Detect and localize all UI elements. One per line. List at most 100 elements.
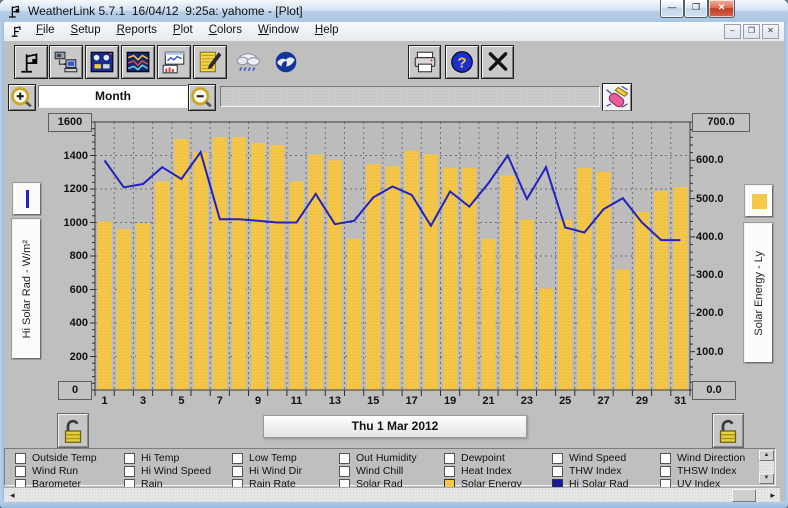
checkbox-label[interactable]: Wind Chill: [356, 466, 403, 476]
x-axis-label: 9: [243, 395, 273, 407]
close-button[interactable]: ✕: [708, 0, 735, 18]
x-axis-label: 13: [320, 395, 350, 407]
zoom-out-button[interactable]: [188, 84, 216, 111]
checkbox-label[interactable]: Dewpoint: [461, 453, 505, 463]
right-axis-lock-button[interactable]: [712, 413, 744, 448]
left-axis-max[interactable]: 1600: [48, 113, 92, 132]
plot-window-icon: [10, 24, 24, 38]
solar-energy-swatch: [752, 194, 767, 209]
menu-plot[interactable]: Plot: [165, 22, 201, 41]
close-plot-button[interactable]: [481, 45, 514, 79]
checkbox-thsw-index[interactable]: [660, 466, 671, 477]
checkbox-label[interactable]: Wind Speed: [569, 453, 626, 463]
plot-option-out-humidity[interactable]: Out Humidity: [339, 453, 417, 463]
plot-option-wind-direction[interactable]: Wind Direction: [660, 453, 745, 463]
checkbox-label[interactable]: Hi Wind Speed: [141, 466, 211, 476]
notes-button[interactable]: [193, 45, 227, 79]
menu-help[interactable]: Help: [307, 22, 347, 41]
right-axis-min[interactable]: 0.0: [692, 381, 736, 400]
checkbox-wind-speed[interactable]: [552, 453, 563, 464]
plot-option-wind-run[interactable]: Wind Run: [15, 466, 78, 476]
plot-option-hi-temp[interactable]: Hi Temp: [124, 453, 179, 463]
checkbox-wind-direction[interactable]: [660, 453, 671, 464]
bulletin-button[interactable]: [85, 45, 119, 79]
checkbox-label[interactable]: THW Index: [569, 466, 622, 476]
menu-colors[interactable]: Colors: [201, 22, 250, 41]
plot-option-hi-wind-speed[interactable]: Hi Wind Speed: [124, 466, 211, 476]
plot-option-wind-chill[interactable]: Wind Chill: [339, 466, 403, 476]
title-bar[interactable]: WeatherLink 5.7.1 16/04/12 9:25a: yahome…: [0, 0, 788, 23]
menu-reports[interactable]: Reports: [109, 22, 165, 41]
checkbox-label[interactable]: Out Humidity: [356, 453, 417, 463]
mdi-window-controls: – ❐ ✕: [724, 24, 779, 39]
noaa-summary-button[interactable]: [268, 45, 304, 79]
left-axis-min[interactable]: 0: [58, 381, 92, 400]
app-icon: [7, 3, 23, 19]
weather-station-button[interactable]: [14, 45, 48, 79]
checkbox-hi-wind-speed[interactable]: [124, 466, 135, 477]
checkbox-label[interactable]: Heat Index: [461, 466, 512, 476]
rain-summary-button[interactable]: [230, 45, 266, 79]
zoom-in-button[interactable]: [8, 84, 36, 111]
plot-option-heat-index[interactable]: Heat Index: [444, 466, 512, 476]
checkbox-label[interactable]: THSW Index: [677, 466, 737, 476]
clear-plot-button[interactable]: [602, 83, 632, 112]
help-button[interactable]: ?: [445, 45, 479, 79]
checkbox-label[interactable]: Wind Direction: [677, 453, 745, 463]
checkbox-thw-index[interactable]: [552, 466, 563, 477]
menu-file[interactable]: File: [28, 22, 63, 41]
horizontal-scrollbar[interactable]: ◂ ▸: [4, 487, 780, 502]
mdi-close-button[interactable]: ✕: [762, 24, 779, 39]
scroll-right-arrow[interactable]: ▸: [770, 490, 775, 500]
plot-span-track[interactable]: [220, 86, 600, 107]
checkbox-label[interactable]: Wind Run: [32, 466, 78, 476]
plot-option-outside-temp[interactable]: Outside Temp: [15, 453, 97, 463]
maximize-button[interactable]: ❐: [684, 0, 708, 18]
checkbox-wind-run[interactable]: [15, 466, 26, 477]
checkbox-low-temp[interactable]: [232, 453, 243, 464]
zoom-out-icon: [189, 85, 215, 111]
options-vertical-scrollbar[interactable]: ▲ ▼: [759, 450, 774, 484]
checkbox-hi-wind-dir[interactable]: [232, 466, 243, 477]
bar-day-14: [347, 239, 361, 390]
mdi-restore-button[interactable]: ❐: [743, 24, 760, 39]
plot-option-low-temp[interactable]: Low Temp: [232, 453, 297, 463]
scroll-thumb[interactable]: [732, 489, 756, 502]
right-axis-max[interactable]: 700.0: [692, 113, 750, 132]
checkbox-heat-index[interactable]: [444, 466, 455, 477]
checkbox-wind-chill[interactable]: [339, 466, 350, 477]
checkbox-dewpoint[interactable]: [444, 453, 455, 464]
scroll-left-arrow[interactable]: ◂: [10, 490, 15, 500]
plot-option-hi-wind-dir[interactable]: Hi Wind Dir: [232, 466, 302, 476]
checkbox-label[interactable]: Hi Temp: [141, 453, 179, 463]
interval-field[interactable]: Month: [38, 85, 188, 108]
plot-option-dewpoint[interactable]: Dewpoint: [444, 453, 505, 463]
scroll-down-arrow[interactable]: ▼: [759, 473, 774, 484]
bar-day-7: [213, 137, 227, 390]
plot-option-thsw-index[interactable]: THSW Index: [660, 466, 737, 476]
plot-button[interactable]: [121, 45, 155, 79]
checkbox-label[interactable]: Low Temp: [249, 453, 297, 463]
scroll-up-arrow[interactable]: ▲: [759, 450, 774, 461]
download-button[interactable]: [49, 45, 83, 79]
menu-setup[interactable]: Setup: [63, 22, 109, 41]
checkbox-out-humidity[interactable]: [339, 453, 350, 464]
checkbox-hi-temp[interactable]: [124, 453, 135, 464]
plot-option-thw-index[interactable]: THW Index: [552, 466, 622, 476]
checkbox-label[interactable]: Hi Wind Dir: [249, 466, 302, 476]
checkbox-outside-temp[interactable]: [15, 453, 26, 464]
left-axis-lock-button[interactable]: [57, 413, 89, 448]
menu-window[interactable]: Window: [250, 22, 307, 41]
checkbox-label[interactable]: Outside Temp: [32, 453, 97, 463]
strip-chart-icon: [161, 50, 187, 74]
rain-cloud-icon: [235, 50, 261, 74]
strip-chart-button[interactable]: [157, 45, 191, 79]
print-button[interactable]: [408, 45, 441, 79]
minimize-button[interactable]: —: [660, 0, 684, 18]
bar-day-23: [520, 220, 534, 390]
left-axis-tick: 600: [32, 283, 88, 297]
x-axis-label: 29: [627, 395, 657, 407]
plot-option-wind-speed[interactable]: Wind Speed: [552, 453, 626, 463]
window-controls: — ❐ ✕: [660, 0, 735, 18]
mdi-minimize-button[interactable]: –: [724, 24, 741, 39]
